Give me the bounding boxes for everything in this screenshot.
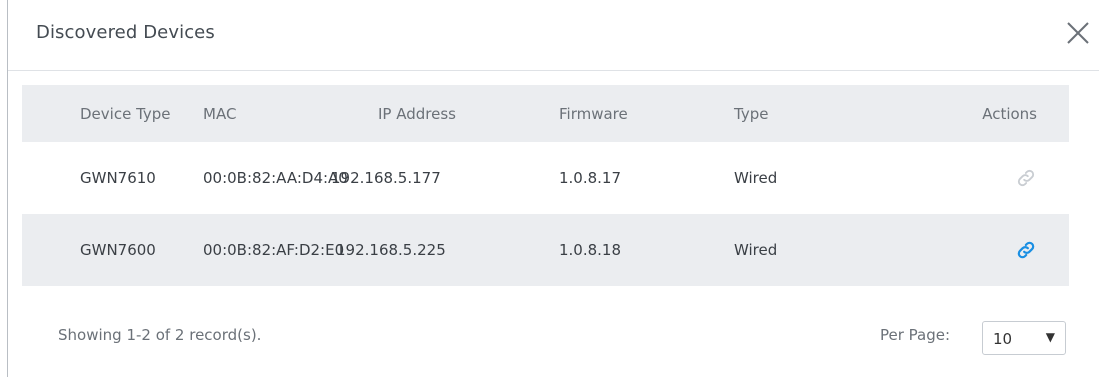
column-header-firmware: Firmware	[559, 104, 628, 123]
devices-table: Device Type MAC IP Address Firmware Type…	[22, 85, 1069, 286]
type-cell: Wired	[734, 169, 778, 187]
ip-address-cell: 192.168.5.225	[336, 241, 446, 259]
chevron-down-icon: ▼	[1045, 330, 1055, 344]
column-header-mac: MAC	[203, 104, 237, 123]
type-cell: Wired	[734, 241, 778, 259]
ip-address-cell: 192.168.5.177	[331, 169, 441, 187]
column-header-ip-address: IP Address	[378, 104, 456, 123]
column-header-type: Type	[734, 104, 769, 123]
device-type-cell: GWN7600	[80, 241, 156, 259]
link-icon[interactable]	[1015, 239, 1037, 261]
per-page-select[interactable]: 10 ▼	[982, 321, 1066, 355]
actions-cell	[1015, 214, 1037, 286]
dialog-header: Discovered Devices	[8, 0, 1099, 71]
actions-cell	[1015, 142, 1037, 214]
per-page-value: 10	[993, 330, 1013, 348]
dialog-title: Discovered Devices	[36, 22, 215, 43]
mac-cell: 00:0B:82:AF:D2:E0	[203, 241, 345, 259]
link-icon	[1015, 167, 1037, 189]
device-type-cell: GWN7610	[80, 169, 156, 187]
close-icon[interactable]	[1065, 20, 1091, 46]
table-row: GWN7600 00:0B:82:AF:D2:E0 192.168.5.225 …	[22, 214, 1069, 286]
table-row: GWN7610 00:0B:82:AA:D4:A0 192.168.5.177 …	[22, 142, 1069, 214]
records-count-text: Showing 1-2 of 2 record(s).	[58, 326, 262, 344]
column-header-actions: Actions	[982, 104, 1037, 123]
firmware-cell: 1.0.8.18	[559, 241, 622, 259]
per-page-label: Per Page:	[880, 326, 951, 344]
firmware-cell: 1.0.8.17	[559, 169, 622, 187]
column-header-device-type: Device Type	[80, 104, 171, 123]
table-header-row: Device Type MAC IP Address Firmware Type…	[22, 85, 1069, 142]
discovered-devices-dialog: Discovered Devices Device Type MAC IP Ad…	[0, 0, 1099, 377]
mac-cell: 00:0B:82:AA:D4:A0	[203, 169, 348, 187]
